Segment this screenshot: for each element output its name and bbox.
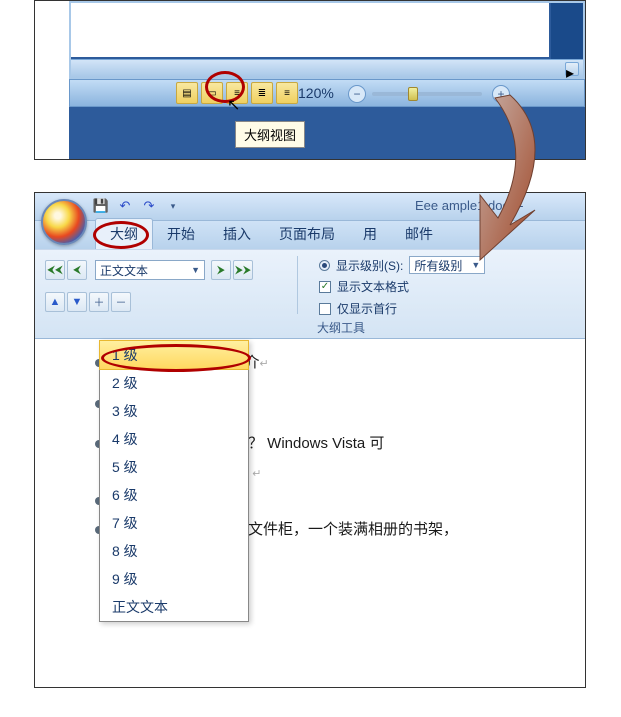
chevron-down-icon: ▼ [191, 265, 200, 275]
tab-page-layout[interactable]: 页面布局 [265, 219, 349, 249]
expand-button[interactable]: ＋ [89, 292, 109, 312]
show-level-radio-icon [319, 260, 330, 271]
annotation-circle-level1 [101, 344, 251, 372]
demote-to-body-button[interactable]: ⮞⮞ [233, 260, 253, 280]
save-icon[interactable]: 💾 [93, 198, 109, 214]
show-formatting-label: 显示文本格式 [337, 278, 409, 295]
first-line-only-checkbox[interactable] [319, 303, 331, 315]
qat-customize-icon[interactable]: ▾ [165, 198, 181, 214]
demote-button[interactable]: ⮞ [211, 260, 231, 280]
dropdown-item-level-7[interactable]: 7 级 [100, 509, 248, 537]
print-layout-view-button[interactable]: ▤ [176, 82, 198, 104]
zoom-out-button[interactable]: − [348, 85, 366, 103]
dropdown-item-level-3[interactable]: 3 级 [100, 397, 248, 425]
collapse-button[interactable]: － [111, 292, 131, 312]
tab-insert[interactable]: 插入 [209, 219, 265, 249]
document-page-corner [71, 3, 551, 59]
outline-view-button[interactable]: ≣ [251, 82, 273, 104]
show-formatting-checkbox[interactable]: ✓ [319, 281, 331, 293]
promote-to-heading1-button[interactable]: ⮜⮜ [45, 260, 65, 280]
outline-level-dropdown: 1 级 2 级 3 级 4 级 5 级 6 级 7 级 8 级 9 级 正文文本 [99, 340, 249, 622]
move-expand-buttons: ▲ ▼ ＋ － [45, 292, 131, 312]
dropdown-item-level-2[interactable]: 2 级 [100, 369, 248, 397]
show-level-label: 显示级别(S): [336, 257, 403, 274]
dropdown-item-level-6[interactable]: 6 级 [100, 481, 248, 509]
office-button[interactable] [41, 199, 87, 245]
promote-button[interactable]: ⮜ [67, 260, 87, 280]
undo-icon[interactable]: ↶ [117, 198, 133, 214]
tab-references[interactable]: 用 [349, 219, 391, 249]
tab-home[interactable]: 开始 [153, 219, 209, 249]
group-separator [297, 256, 298, 314]
dropdown-item-body-text[interactable]: 正文文本 [100, 593, 248, 621]
annotation-circle-outline-tab [93, 221, 149, 249]
horizontal-scrollbar[interactable]: ▸ [71, 59, 583, 77]
cursor-icon: ↖ [227, 95, 240, 115]
outline-level-combo[interactable]: 正文文本 ▼ [95, 260, 205, 280]
document-window-fragment: ▸ [69, 1, 585, 79]
redo-icon[interactable]: ↷ [141, 198, 157, 214]
scroll-right-icon[interactable]: ▸ [565, 62, 579, 76]
ribbon-group-label: 大纲工具 [317, 319, 365, 336]
tooltip-outline-view: 大纲视图 [235, 121, 305, 148]
move-down-button[interactable]: ▼ [67, 292, 87, 312]
annotation-arrow [400, 90, 580, 270]
first-line-only-label: 仅显示首行 [337, 300, 397, 317]
promote-buttons: ⮜⮜ ⮜ [45, 260, 87, 280]
dropdown-item-level-8[interactable]: 8 级 [100, 537, 248, 565]
draft-view-button[interactable]: ≡ [276, 82, 298, 104]
outline-level-value: 正文文本 [100, 262, 148, 279]
zoom-level-label[interactable]: 120% [298, 85, 334, 101]
dropdown-item-level-5[interactable]: 5 级 [100, 453, 248, 481]
demote-buttons: ⮞ ⮞⮞ [211, 260, 253, 280]
dropdown-item-level-4[interactable]: 4 级 [100, 425, 248, 453]
move-up-button[interactable]: ▲ [45, 292, 65, 312]
first-line-only-row[interactable]: 仅显示首行 [319, 300, 397, 317]
show-formatting-row[interactable]: ✓ 显示文本格式 [319, 278, 409, 295]
quick-access-toolbar: 💾 ↶ ↷ ▾ [93, 198, 181, 214]
dropdown-item-level-9[interactable]: 9 级 [100, 565, 248, 593]
